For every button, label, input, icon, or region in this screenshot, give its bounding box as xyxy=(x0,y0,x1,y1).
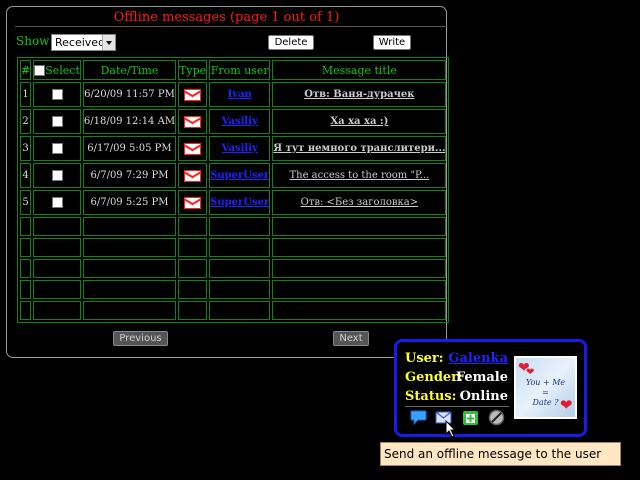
empty-row xyxy=(20,217,447,236)
user-info-card: User: Galenka Gender: Female Status: Onl… xyxy=(394,339,587,437)
chevron-down-icon[interactable] xyxy=(102,35,115,50)
previous-button[interactable]: Previous xyxy=(113,331,168,346)
empty-row xyxy=(20,280,447,299)
message-title-link[interactable]: Отв: Ваня-дурачек xyxy=(304,89,414,100)
envelope-icon xyxy=(184,169,202,182)
title-divider xyxy=(15,26,447,27)
table-row: 2 6/18/09 12:14 AM Vasiliy Ха ха ха :) xyxy=(20,109,447,134)
chat-bubble-icon[interactable] xyxy=(410,409,427,426)
from-user-link[interactable]: SuperUser xyxy=(210,197,269,208)
row-checkbox[interactable] xyxy=(51,89,63,100)
show-label: Show: xyxy=(16,34,54,48)
user-avatar: ❤ ❤ You + Me = Date ? ❤ xyxy=(514,356,577,419)
empty-row xyxy=(20,238,447,257)
from-user-link[interactable]: Ivan xyxy=(228,89,252,100)
header-date: Date/Time xyxy=(82,60,177,80)
from-user-link[interactable]: Vasiliy xyxy=(222,143,258,154)
row-checkbox[interactable] xyxy=(51,143,63,154)
row-checkbox[interactable] xyxy=(51,170,63,181)
table-row: 3 6/17/09 5:05 PM Vasiliy Я тут немного … xyxy=(20,136,447,161)
add-contact-icon[interactable] xyxy=(462,409,479,426)
row-num: 3 xyxy=(20,136,32,161)
gender-label: Gender: xyxy=(405,370,463,385)
messages-table: # Select Date/Time Type From user Messag… xyxy=(17,57,450,323)
empty-row xyxy=(20,301,447,320)
header-select: Select xyxy=(33,60,81,80)
offline-messages-panel: Offline messages (page 1 out of 1) Show:… xyxy=(6,6,450,358)
card-divider xyxy=(405,406,509,407)
row-date: 6/7/09 7:29 PM xyxy=(82,163,177,188)
status-label: Status: xyxy=(405,389,457,404)
table-row: 1 6/20/09 11:57 PM Ivan Отв: Ваня-дураче… xyxy=(20,82,447,107)
envelope-icon xyxy=(184,196,202,209)
envelope-icon xyxy=(184,115,202,128)
row-num: 2 xyxy=(20,109,32,134)
message-title-link[interactable]: Отв: <Без заголовка> xyxy=(301,197,418,208)
block-icon[interactable] xyxy=(488,409,505,426)
show-filter-value: Received xyxy=(55,36,106,49)
next-button[interactable]: Next xyxy=(333,331,369,346)
from-user-link[interactable]: Vasiliy xyxy=(222,116,258,127)
tooltip: Send an offline message to the user xyxy=(380,442,621,466)
row-num: 5 xyxy=(20,190,32,215)
user-name-link[interactable]: Galenka xyxy=(448,351,508,366)
message-title-link[interactable]: The access to the room "P... xyxy=(289,170,429,181)
page-title: Offline messages (page 1 out of 1) xyxy=(113,10,340,25)
row-date: 6/18/09 12:14 AM xyxy=(82,109,177,134)
delete-button[interactable]: Delete xyxy=(268,35,314,50)
from-user-link[interactable]: SuperUser xyxy=(210,170,269,181)
table-header-row: # Select Date/Time Type From user Messag… xyxy=(20,60,447,80)
header-type: Type xyxy=(178,60,208,80)
status-value: Online xyxy=(459,389,508,404)
show-filter-select[interactable]: Received xyxy=(51,34,116,51)
row-num: 1 xyxy=(20,82,32,107)
header-select-label: Select xyxy=(45,63,80,77)
table-row: 5 6/7/09 5:25 PM SuperUser Отв: <Без заг… xyxy=(20,190,447,215)
avatar-text-line-1: You + Me xyxy=(525,378,566,387)
empty-row xyxy=(20,259,447,278)
header-title: Message title xyxy=(272,60,447,80)
table-row: 4 6/7/09 7:29 PM SuperUser The access to… xyxy=(20,163,447,188)
user-label: User: xyxy=(405,351,444,366)
write-button[interactable]: Write xyxy=(373,35,411,50)
header-from: From user xyxy=(209,60,271,80)
mouse-cursor-icon xyxy=(445,420,457,438)
gender-value: Female xyxy=(455,370,508,385)
message-title-link[interactable]: Ха ха ха :) xyxy=(330,116,388,127)
row-date: 6/17/09 5:05 PM xyxy=(82,136,177,161)
select-all-checkbox[interactable] xyxy=(34,65,46,76)
row-checkbox[interactable] xyxy=(51,197,63,208)
row-date: 6/20/09 11:57 PM xyxy=(82,82,177,107)
heart-icon: ❤ xyxy=(560,396,573,414)
message-title-link[interactable]: Я тут немного транслитери... xyxy=(273,143,445,154)
envelope-icon xyxy=(184,142,202,155)
envelope-icon xyxy=(184,88,202,101)
header-num: # xyxy=(20,60,32,80)
row-checkbox[interactable] xyxy=(51,116,63,127)
row-num: 4 xyxy=(20,163,32,188)
row-date: 6/7/09 5:25 PM xyxy=(82,190,177,215)
